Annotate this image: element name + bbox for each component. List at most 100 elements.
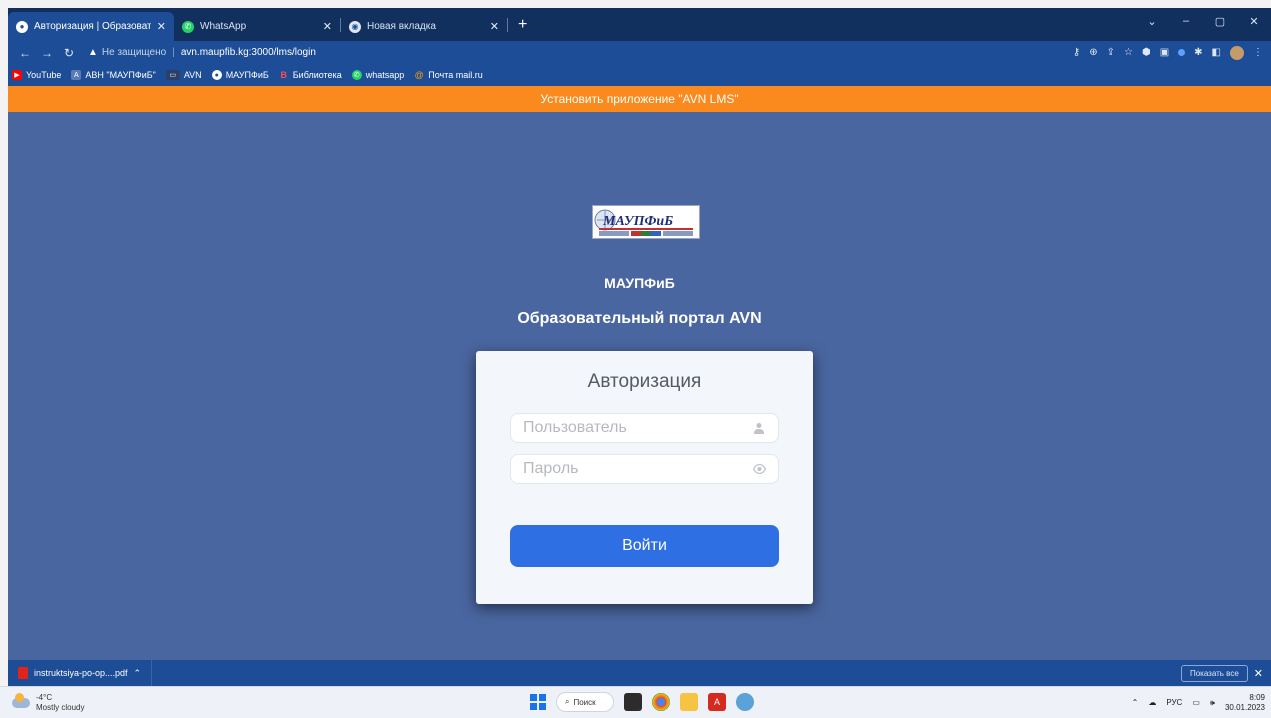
- bookmark-label: whatsapp: [365, 70, 405, 80]
- clock-date: 30.01.2023: [1224, 702, 1265, 712]
- organization-name: МАУПФиБ: [604, 275, 675, 291]
- whatsapp-icon: ✆: [351, 70, 362, 80]
- bookmark-label: АВН "МАУПФиБ": [85, 70, 156, 80]
- warning-icon[interactable]: ▲: [88, 47, 98, 58]
- password-field[interactable]: [510, 454, 779, 484]
- mail-icon: @: [414, 70, 424, 80]
- maximize-button[interactable]: ▢: [1203, 8, 1237, 34]
- app-globe-icon[interactable]: [736, 693, 754, 711]
- extension-shield-icon[interactable]: ⬢: [1142, 47, 1151, 58]
- install-app-label: Установить приложение "AVN LMS": [540, 92, 739, 106]
- bookmark-star-icon[interactable]: ☆: [1124, 47, 1133, 58]
- bookmark-avn-maupfib[interactable]: A АВН "МАУПФиБ": [71, 70, 156, 80]
- close-window-button[interactable]: ✕: [1237, 8, 1271, 34]
- close-icon[interactable]: ✕: [1254, 667, 1263, 680]
- tab-title: Авторизация | Образовательны: [34, 21, 151, 32]
- b-icon: B: [280, 70, 288, 80]
- new-tab-button[interactable]: +: [508, 16, 537, 34]
- chrome-taskbar-icon[interactable]: [652, 693, 670, 711]
- maupfib-logo: МАУПФиБ: [592, 205, 700, 239]
- key-icon[interactable]: ⚷: [1073, 47, 1080, 58]
- tab-new-tab[interactable]: ◉ Новая вкладка ✕: [341, 12, 507, 41]
- pdf-icon: [18, 667, 28, 679]
- window-controls: ⌄ – ▢ ✕: [1135, 8, 1271, 34]
- bookmark-maupfib[interactable]: ● МАУПФиБ: [211, 70, 269, 80]
- volume-icon[interactable]: 🕪: [1210, 698, 1215, 708]
- language-indicator[interactable]: РУС: [1166, 698, 1182, 707]
- downloads-bar: instruktsiya-po-op....pdf ⌃ Показать все…: [8, 660, 1271, 686]
- globe-icon: ●: [16, 20, 28, 33]
- login-button[interactable]: Войти: [510, 525, 779, 567]
- profile-avatar[interactable]: [1230, 45, 1244, 60]
- extension-dot-icon[interactable]: [1178, 49, 1186, 56]
- login-page: МАУПФиБ МАУПФиБ Образовательный портал A…: [8, 112, 1271, 660]
- bookmark-library[interactable]: B Библиотека: [279, 70, 342, 80]
- address-bar[interactable]: ▲ Не защищено | avn.maupfib.kg:3000/lms/…: [88, 47, 316, 58]
- tab-search-icon[interactable]: ⌄: [1135, 8, 1169, 34]
- tab-whatsapp[interactable]: ✆ WhatsApp ✕: [174, 12, 340, 41]
- search-label: Поиск: [573, 697, 596, 707]
- portal-title: Образовательный портал AVN: [517, 310, 762, 327]
- network-icon[interactable]: ▭: [1192, 698, 1200, 707]
- zoom-icon[interactable]: ⊕: [1089, 47, 1097, 58]
- browser-toolbar: ← → ↻ ▲ Не защищено | avn.maupfib.kg:300…: [8, 41, 1271, 64]
- forward-icon[interactable]: →: [38, 46, 56, 60]
- user-icon: [752, 421, 766, 435]
- close-icon[interactable]: ✕: [323, 20, 332, 33]
- bookmark-label: МАУПФиБ: [225, 70, 269, 80]
- close-icon[interactable]: ✕: [157, 20, 166, 33]
- bookmark-youtube[interactable]: ▶ YouTube: [12, 70, 61, 80]
- task-view-icon[interactable]: [624, 693, 642, 711]
- address-divider: |: [172, 47, 175, 58]
- puzzle-icon[interactable]: ✱: [1194, 47, 1202, 58]
- login-card: Авторизация Войти: [476, 351, 813, 604]
- password-input[interactable]: [523, 460, 752, 478]
- tab-authorization[interactable]: ● Авторизация | Образовательны ✕: [8, 12, 174, 41]
- bookmark-mail[interactable]: @ Почта mail.ru: [414, 70, 483, 80]
- bookmark-whatsapp[interactable]: ✆ whatsapp: [351, 70, 405, 80]
- username-input[interactable]: [523, 419, 752, 437]
- show-all-downloads-button[interactable]: Показать все: [1180, 664, 1248, 682]
- whatsapp-icon: ✆: [182, 20, 194, 33]
- window-edge: [0, 8, 8, 686]
- avn-icon: A: [71, 70, 82, 80]
- os-window-titlebar: [0, 0, 1271, 8]
- tab-title: WhatsApp: [200, 21, 247, 32]
- onedrive-icon[interactable]: ☁: [1148, 698, 1156, 707]
- search-icon: ⌕: [565, 697, 570, 706]
- install-app-banner[interactable]: Установить приложение "AVN LMS": [8, 86, 1271, 112]
- download-item[interactable]: instruktsiya-po-op....pdf ⌃: [8, 660, 153, 686]
- minimize-button[interactable]: –: [1169, 8, 1203, 34]
- weather-widget[interactable]: -4°C Mostly cloudy: [0, 692, 200, 713]
- taskbar-apps: ⌕ Поиск A: [530, 692, 754, 712]
- taskbar-search[interactable]: ⌕ Поиск: [556, 692, 614, 712]
- back-icon[interactable]: ←: [16, 46, 34, 60]
- windows-taskbar: -4°C Mostly cloudy ⌕ Поиск A ⌃ ☁ РУС ▭ 🕪…: [0, 686, 1271, 718]
- windows-start-icon[interactable]: [530, 694, 546, 710]
- file-explorer-icon[interactable]: [680, 693, 698, 711]
- reload-icon[interactable]: ↻: [60, 46, 78, 60]
- bookmark-avn[interactable]: ▭ AVN: [165, 70, 202, 80]
- bookmarks-bar: ▶ YouTube A АВН "МАУПФиБ" ▭ AVN ● МАУПФи…: [8, 64, 1271, 86]
- chevron-up-icon[interactable]: ⌃: [1132, 698, 1139, 707]
- chevron-up-icon[interactable]: ⌃: [134, 668, 142, 679]
- youtube-icon: ▶: [12, 70, 22, 80]
- clock[interactable]: 8:09 30.01.2023: [1225, 693, 1265, 713]
- sidebar-icon[interactable]: ◧: [1212, 47, 1221, 58]
- close-icon[interactable]: ✕: [490, 20, 499, 33]
- acrobat-icon[interactable]: A: [708, 693, 726, 711]
- url-text[interactable]: avn.maupfib.kg:3000/lms/login: [181, 47, 316, 58]
- username-field[interactable]: [510, 413, 779, 443]
- bookmark-label: Почта mail.ru: [428, 70, 483, 80]
- menu-dots-icon[interactable]: ⋮: [1253, 47, 1263, 58]
- extension-box-icon[interactable]: ▣: [1160, 47, 1169, 58]
- download-filename: instruktsiya-po-op....pdf: [34, 668, 128, 678]
- weather-desc: Mostly cloudy: [36, 702, 85, 712]
- browser-tabbar: ● Авторизация | Образовательны ✕ ✆ Whats…: [8, 8, 1271, 41]
- eye-icon[interactable]: [752, 462, 766, 476]
- insecure-label: Не защищено: [101, 47, 167, 58]
- cloudy-weather-icon: [12, 692, 30, 708]
- weather-text: -4°C Mostly cloudy: [36, 693, 84, 713]
- share-icon[interactable]: ⇪: [1107, 47, 1115, 58]
- weather-temp: -4°C: [36, 692, 53, 702]
